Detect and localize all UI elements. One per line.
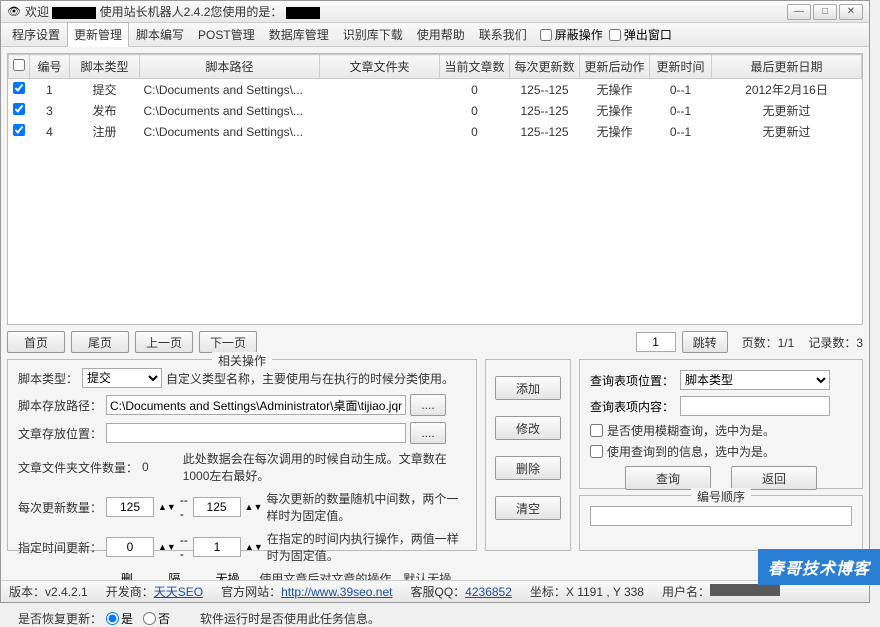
first-page-button[interactable]: 首页 — [7, 331, 65, 353]
table-row[interactable]: 1提交C:\Documents and Settings\... 0125--1… — [9, 79, 862, 101]
per-a-input[interactable] — [106, 497, 154, 517]
qq-link[interactable]: 4236852 — [465, 585, 512, 599]
row-checkbox[interactable] — [13, 124, 25, 136]
browse-path-button[interactable]: .... — [410, 394, 446, 416]
browse-folder-button[interactable]: .... — [410, 422, 446, 444]
menu-help[interactable]: 使用帮助 — [410, 22, 472, 47]
time-a-input[interactable] — [106, 537, 154, 557]
record-info: 记录数：3 — [808, 334, 863, 351]
page-info: 页数：1/1 — [742, 334, 795, 351]
dev-link[interactable]: 天天SEO — [154, 585, 203, 599]
page-input[interactable] — [636, 332, 676, 352]
order-panel: 编号顺序 — [579, 495, 863, 551]
menu-db-manage[interactable]: 数据库管理 — [262, 22, 336, 47]
row-checkbox[interactable] — [13, 103, 25, 115]
menu-update-manage[interactable]: 更新管理 — [67, 22, 129, 47]
menubar: 程序设置 更新管理 脚本编写 POST管理 数据库管理 识别库下载 使用帮助 联… — [1, 23, 869, 47]
menu-program-settings[interactable]: 程序设置 — [5, 22, 67, 47]
redacted — [52, 7, 96, 19]
script-type-select[interactable]: 提交 — [82, 368, 162, 388]
related-ops-fieldset: 相关操作 脚本类型： 提交 自定义类型名称，主要使用与在执行的时候分类使用。 脚… — [7, 359, 477, 551]
pager: 首页 尾页 上一页 下一页 跳转 页数：1/1 记录数：3 — [7, 331, 863, 353]
menu-script-edit[interactable]: 脚本编写 — [129, 22, 191, 47]
script-path-input[interactable] — [106, 395, 406, 415]
titlebar: 👁 欢迎 使用站长机器人2.4.2您使用的是： — □ ✕ — [1, 1, 869, 23]
back-button[interactable]: 返回 — [731, 466, 817, 490]
next-page-button[interactable]: 下一页 — [199, 331, 257, 353]
order-input[interactable] — [590, 506, 852, 526]
chk-popup[interactable]: 弹出窗口 — [609, 26, 672, 43]
jump-button[interactable]: 跳转 — [682, 331, 728, 353]
close-button[interactable]: ✕ — [839, 4, 863, 20]
redacted — [286, 7, 320, 19]
menu-post-manage[interactable]: POST管理 — [191, 22, 262, 47]
table-row[interactable]: 3发布C:\Documents and Settings\... 0125--1… — [9, 100, 862, 121]
radio-yes[interactable]: 是 — [106, 610, 133, 627]
statusbar: 版本：v2.4.2.1 开发商：天天SEO 官方网站：http://www.39… — [1, 580, 869, 602]
table-row[interactable]: 4注册C:\Documents and Settings\... 0125--1… — [9, 121, 862, 142]
time-b-input[interactable] — [193, 537, 241, 557]
search-column-select[interactable]: 脚本类型 — [680, 370, 830, 390]
menu-contact[interactable]: 联系我们 — [472, 22, 534, 47]
chk-shield[interactable]: 屏蔽操作 — [540, 26, 603, 43]
per-b-input[interactable] — [193, 497, 241, 517]
site-link[interactable]: http://www.39seo.net — [281, 585, 392, 599]
radio-no[interactable]: 否 — [143, 610, 170, 627]
edit-button[interactable]: 修改 — [495, 416, 561, 440]
maximize-button[interactable]: □ — [813, 4, 837, 20]
prev-page-button[interactable]: 上一页 — [135, 331, 193, 353]
main-window: 👁 欢迎 使用站长机器人2.4.2您使用的是： — □ ✕ 程序设置 更新管理 … — [0, 0, 870, 603]
app-icon: 👁 — [7, 5, 21, 18]
use-result-checkbox[interactable] — [590, 445, 603, 458]
select-all[interactable] — [13, 59, 25, 71]
window-title: 欢迎 使用站长机器人2.4.2您使用的是： — [25, 3, 320, 20]
search-panel: 查询表项位置： 脚本类型 查询表项内容： 是否使用模糊查询，选中为是。 使用查询… — [579, 359, 863, 489]
query-button[interactable]: 查询 — [625, 466, 711, 490]
fuzzy-checkbox[interactable] — [590, 424, 603, 437]
minimize-button[interactable]: — — [787, 4, 811, 20]
add-button[interactable]: 添加 — [495, 376, 561, 400]
search-content-input[interactable] — [680, 396, 830, 416]
article-folder-input[interactable] — [106, 423, 406, 443]
delete-button[interactable]: 删除 — [495, 456, 561, 480]
watermark: 春哥技术博客 — [758, 549, 880, 585]
last-page-button[interactable]: 尾页 — [71, 331, 129, 353]
script-table[interactable]: 编号 脚本类型 脚本路径 文章文件夹 当前文章数 每次更新数 更新后动作 更新时… — [7, 53, 863, 325]
action-buttons: 添加 修改 删除 清空 — [485, 359, 571, 551]
row-checkbox[interactable] — [13, 82, 25, 94]
redacted — [710, 584, 780, 596]
clear-button[interactable]: 清空 — [495, 496, 561, 520]
menu-recog-download[interactable]: 识别库下载 — [336, 22, 410, 47]
